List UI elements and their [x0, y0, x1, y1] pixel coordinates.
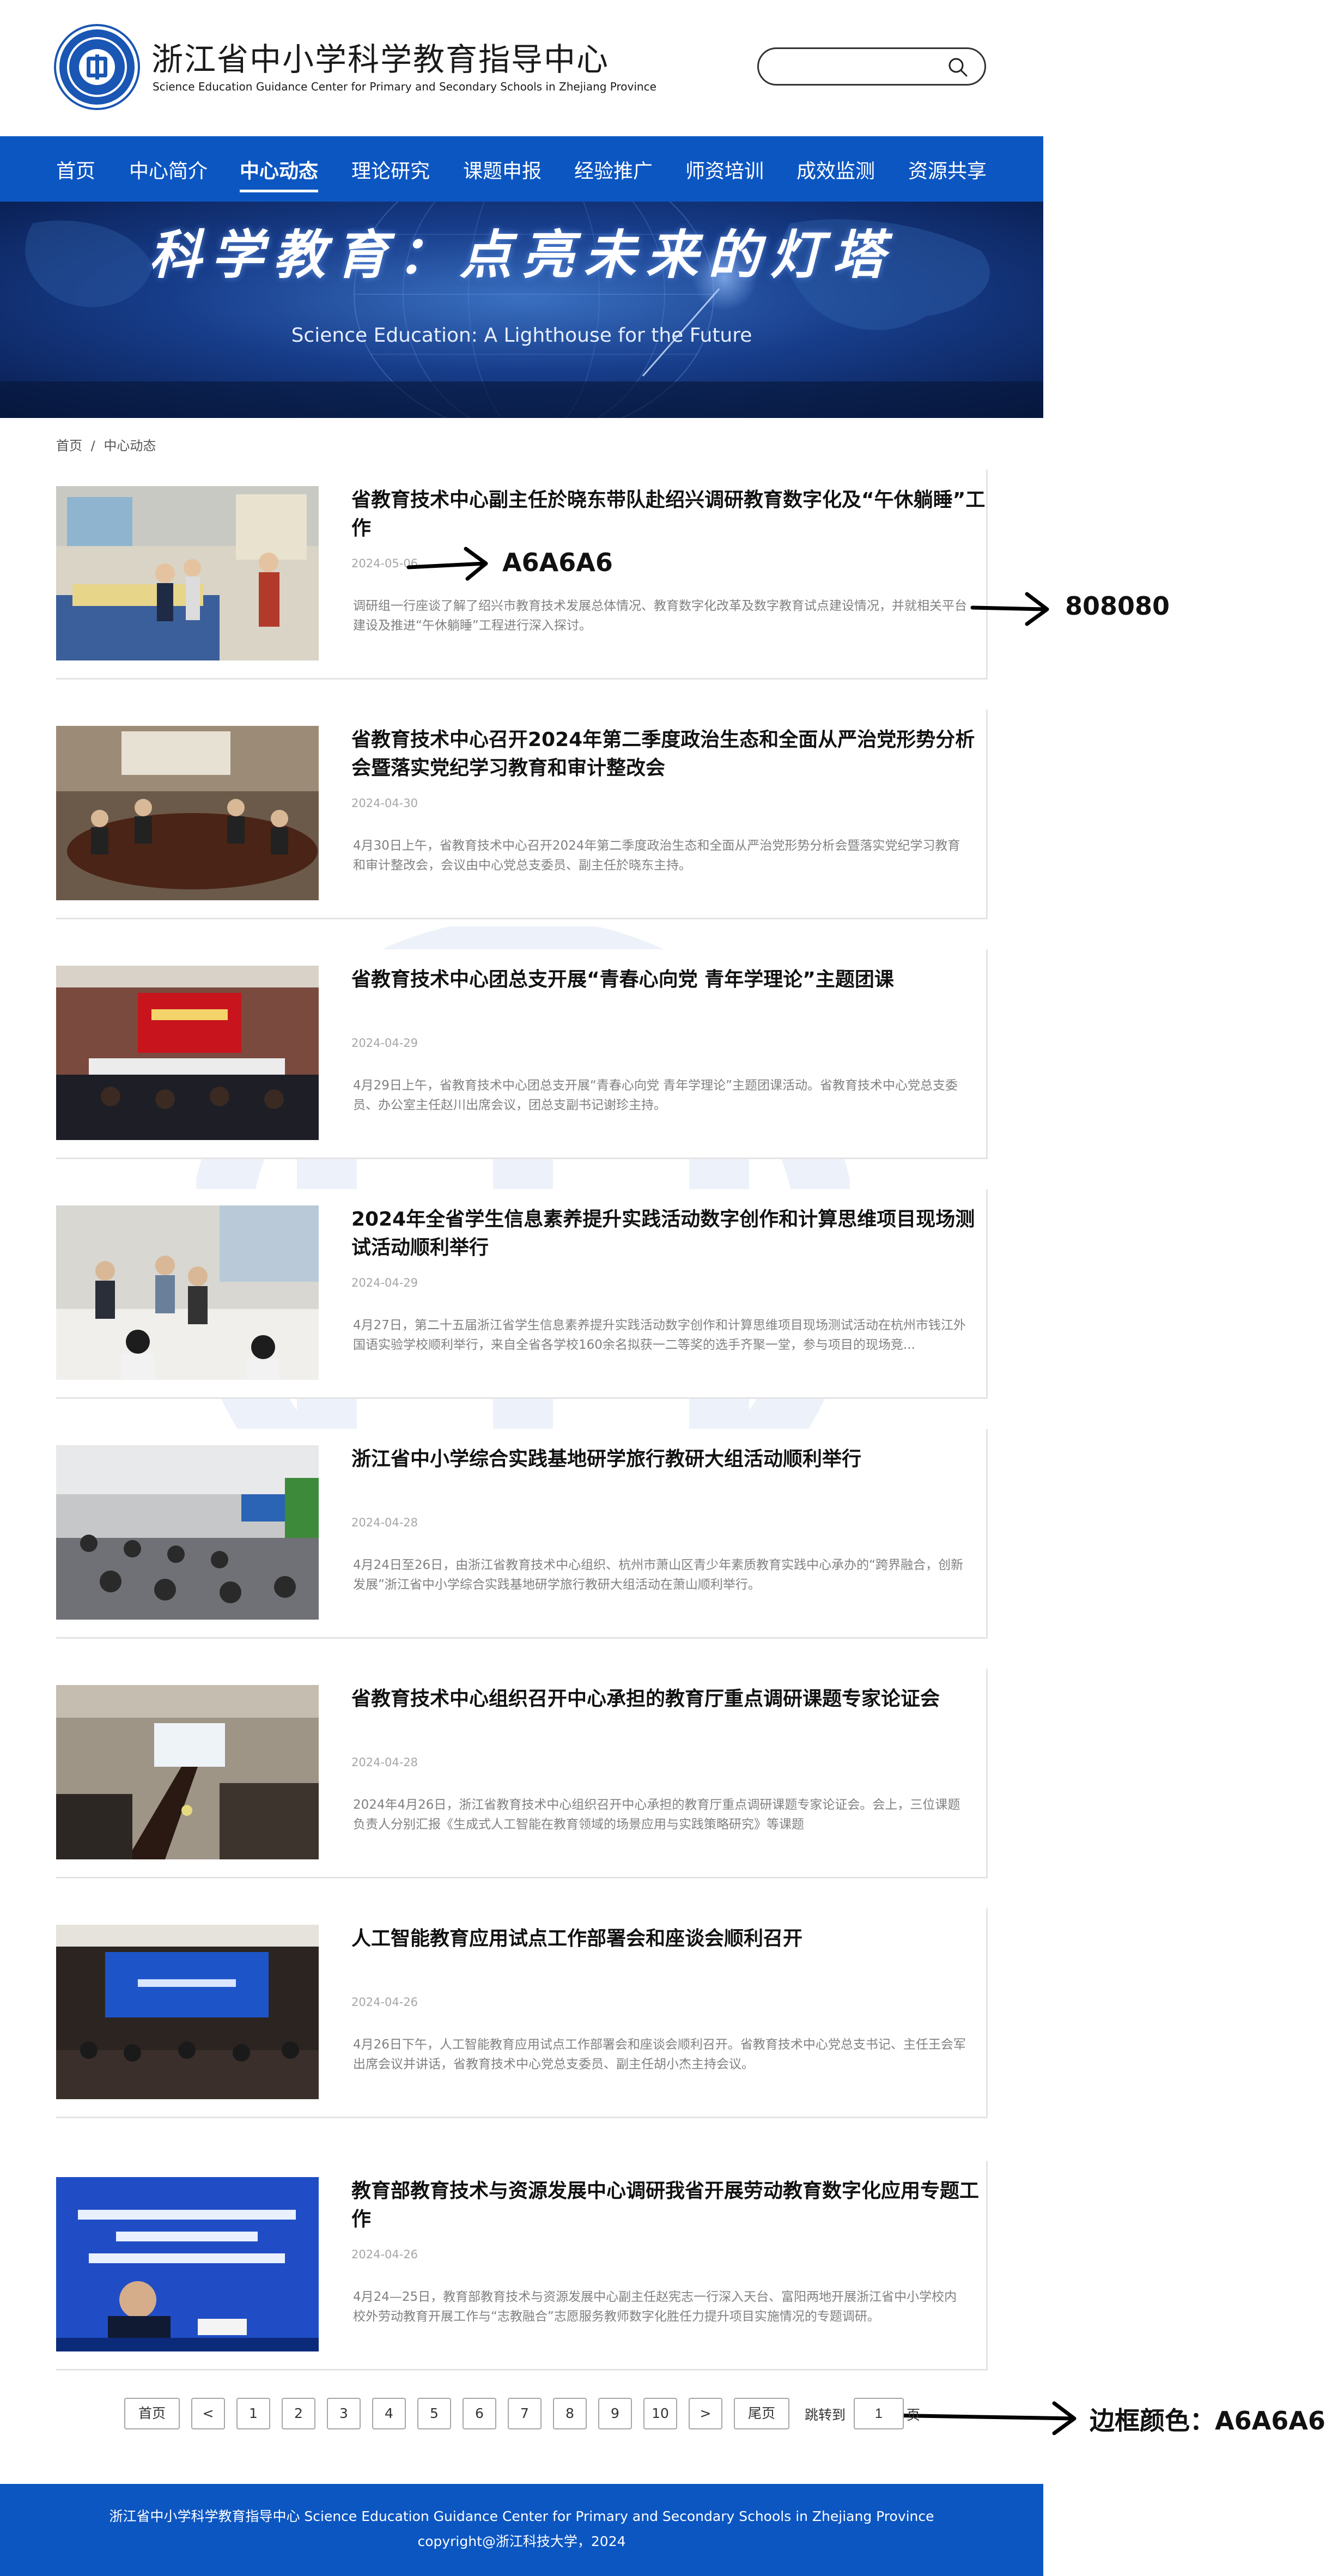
banner-title: 科学教育：点亮未来的灯塔: [149, 224, 895, 286]
news-item[interactable]: 2024年全省学生信息素养提升实践活动数字创作和计算思维项目现场测试活动顺利举行…: [56, 1189, 988, 1399]
news-summary: 4月26日下午，人工智能教育应用试点工作部署会和座谈会顺利召开。省教育技术中心党…: [353, 2038, 966, 2071]
news-thumbnail[interactable]: [56, 486, 319, 660]
news-thumbnail[interactable]: [56, 1205, 319, 1380]
pager-page-8[interactable]: 8: [553, 2398, 587, 2429]
news-thumbnail[interactable]: [56, 966, 319, 1140]
pager-page-4[interactable]: 4: [372, 2398, 406, 2429]
pager-page-10[interactable]: 10: [643, 2398, 677, 2429]
news-date: 2024-04-26: [351, 1996, 418, 2009]
pager-page-2[interactable]: 2: [282, 2398, 315, 2429]
news-date: 2024-04-30: [351, 797, 418, 810]
footer-copyright: copyright@浙江科技大学，2024: [417, 2533, 626, 2549]
search-icon[interactable]: [947, 56, 969, 78]
news-item[interactable]: 人工智能教育应用试点工作部署会和座谈会顺利召开 2024-04-26 4月26日…: [56, 1908, 988, 2118]
news-date: 2024-04-28: [351, 1756, 418, 1769]
news-summary: 调研组一行座谈了解了绍兴市教育技术发展总体情况、教育数字化改革及数字教育试点建设…: [353, 599, 967, 633]
news-thumbnail[interactable]: [56, 2177, 319, 2351]
news-summary: 4月30日上午，省教育技术中心召开2024年第二季度政治生态和全面从严治党形势分…: [353, 839, 960, 872]
pager-page-6[interactable]: 6: [463, 2398, 496, 2429]
site-title: 浙江省中小学科学教育指导中心: [151, 41, 610, 78]
news-date: 2024-04-26: [351, 2248, 418, 2261]
nav-item-experience[interactable]: 经验推广: [574, 155, 653, 184]
banner-subtitle: Science Education: A Lighthouse for the …: [291, 324, 752, 347]
pager-prev-button[interactable]: <: [191, 2398, 225, 2429]
pager-jump-label: 跳转到: [805, 2407, 846, 2423]
pager-page-3[interactable]: 3: [327, 2398, 361, 2429]
breadcrumb-home[interactable]: 首页: [56, 438, 82, 453]
site-footer: 浙江省中小学科学教育指导中心 Science Education Guidanc…: [0, 2484, 1043, 2576]
main-nav: 首页 中心简介 中心动态 理论研究 课题申报 经验推广 师资培训 成效监测 资源…: [0, 136, 1043, 202]
news-summary: 2024年4月26日，浙江省教育技术中心组织召开中心承担的教育厅重点调研课题专家…: [353, 1798, 960, 1832]
breadcrumb-separator: /: [90, 438, 95, 453]
breadcrumb: 首页 / 中心动态: [56, 435, 156, 454]
news-thumbnail[interactable]: [56, 726, 319, 900]
news-summary: 4月27日，第二十五届浙江省学生信息素养提升实践活动数字创作和计算思维项目现场测…: [353, 1318, 966, 1352]
pager-page-suffix: 页: [907, 2407, 921, 2423]
date-color-annotation: A6A6A6: [502, 548, 613, 577]
news-title[interactable]: 省教育技术中心副主任於晓东带队赴绍兴调研教育数字化及“午休躺睡”工作: [351, 486, 986, 543]
news-item[interactable]: 省教育技术中心团总支开展“青春心向党 青年学理论”主题团课 2024-04-29…: [56, 949, 988, 1159]
news-item[interactable]: 省教育技术中心召开2024年第二季度政治生态和全面从严治党形势分析会暨落实党纪学…: [56, 710, 988, 919]
news-date: 2024-04-28: [351, 1516, 418, 1529]
news-date: 2024-04-29: [351, 1037, 418, 1050]
summary-color-annotation: 808080: [1065, 591, 1170, 621]
news-thumbnail[interactable]: [56, 1445, 319, 1620]
pager-page-7[interactable]: 7: [508, 2398, 542, 2429]
news-title[interactable]: 2024年全省学生信息素养提升实践活动数字创作和计算思维项目现场测试活动顺利举行: [351, 1205, 986, 1262]
news-summary: 4月24—25日，教育部教育技术与资源发展中心副主任赵宪志一行深入天台、富阳两地…: [353, 2290, 957, 2324]
pager-page-5[interactable]: 5: [417, 2398, 451, 2429]
nav-item-monitoring[interactable]: 成效监测: [796, 155, 875, 184]
pager-first-button[interactable]: 首页: [124, 2398, 180, 2429]
nav-item-training[interactable]: 师资培训: [685, 155, 764, 184]
news-title[interactable]: 教育部教育技术与资源发展中心调研我省开展劳动教育数字化应用专题工作: [351, 2177, 986, 2234]
news-title[interactable]: 省教育技术中心组织召开中心承担的教育厅重点调研课题专家论证会: [351, 1685, 986, 1713]
logo-mark-icon: [79, 49, 115, 85]
news-date: 2024-04-29: [351, 1276, 418, 1289]
footer-org: 浙江省中小学科学教育指导中心 Science Education Guidanc…: [109, 2508, 934, 2524]
nav-item-news[interactable]: 中心动态: [240, 155, 319, 192]
news-thumbnail[interactable]: [56, 1925, 319, 2099]
pager-page-1[interactable]: 1: [236, 2398, 270, 2429]
nav-item-resources[interactable]: 资源共享: [908, 155, 987, 184]
news-item[interactable]: 浙江省中小学综合实践基地研学旅行教研大组活动顺利举行 2024-04-28 4月…: [56, 1429, 988, 1639]
news-date: 2024-05-06: [351, 557, 418, 570]
news-item[interactable]: 教育部教育技术与资源发展中心调研我省开展劳动教育数字化应用专题工作 2024-0…: [56, 2161, 988, 2371]
site-header: 浙江省中小学科学教育指导中心 Science Education Guidanc…: [0, 0, 1043, 136]
site-logo[interactable]: [56, 26, 138, 108]
breadcrumb-current: 中心动态: [104, 438, 156, 453]
pager-jump-input[interactable]: [854, 2398, 904, 2429]
border-color-annotation: 边框颜色：A6A6A6: [1090, 2406, 1325, 2435]
news-summary: 4月24日至26日，由浙江省教育技术中心组织、杭州市萧山区青少年素质教育实践中心…: [353, 1558, 964, 1592]
news-summary: 4月29日上午，省教育技术中心团总支开展“青春心向党 青年学理论”主题团课活动。…: [353, 1078, 958, 1112]
nav-item-theory[interactable]: 理论研究: [351, 155, 430, 184]
nav-item-projects[interactable]: 课题申报: [463, 155, 542, 184]
news-title[interactable]: 人工智能教育应用试点工作部署会和座谈会顺利召开: [351, 1925, 986, 1953]
site-subtitle: Science Education Guidance Center for Pr…: [153, 80, 656, 93]
news-title[interactable]: 省教育技术中心召开2024年第二季度政治生态和全面从严治党形势分析会暨落实党纪学…: [351, 726, 986, 783]
nav-item-about[interactable]: 中心简介: [129, 155, 208, 184]
news-title[interactable]: 省教育技术中心团总支开展“青春心向党 青年学理论”主题团课: [351, 966, 986, 994]
hero-banner: 科学教育：点亮未来的灯塔 Science Education: A Lighth…: [0, 202, 1043, 418]
pager-last-button[interactable]: 尾页: [734, 2398, 789, 2429]
pager-next-button[interactable]: >: [689, 2398, 722, 2429]
pager-page-9[interactable]: 9: [598, 2398, 632, 2429]
news-title[interactable]: 浙江省中小学综合实践基地研学旅行教研大组活动顺利举行: [351, 1445, 986, 1474]
news-thumbnail[interactable]: [56, 1685, 319, 1859]
nav-item-home[interactable]: 首页: [56, 155, 95, 184]
search-input[interactable]: [770, 54, 935, 80]
news-item[interactable]: 省教育技术中心组织召开中心承担的教育厅重点调研课题专家论证会 2024-04-2…: [56, 1669, 988, 1878]
